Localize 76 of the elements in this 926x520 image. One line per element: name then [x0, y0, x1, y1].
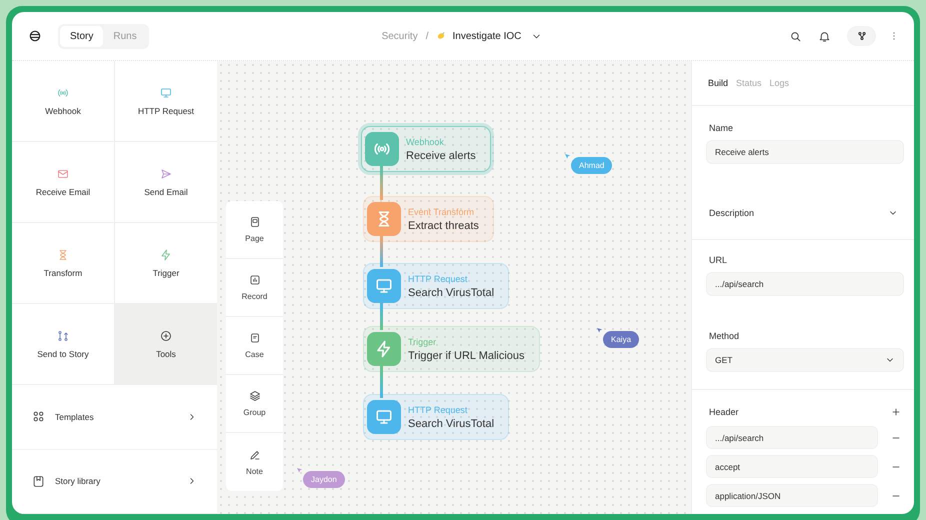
node-title: Trigger if URL Malicious: [408, 350, 525, 362]
url-field[interactable]: .../api/search: [706, 272, 904, 296]
breadcrumb-separator: /: [426, 30, 428, 42]
fork-icon: [856, 31, 866, 41]
action-tile[interactable]: Tools: [115, 304, 217, 385]
lightning-icon: [160, 248, 172, 260]
node-title: Receive alerts: [406, 150, 476, 162]
description-toggle[interactable]: Description: [706, 208, 904, 218]
field-label: URL: [708, 255, 728, 265]
logo-icon[interactable]: [28, 29, 42, 43]
workspace-button[interactable]: [847, 26, 876, 46]
cursor-label: Ahmad: [571, 157, 612, 174]
cursor-icon: [297, 468, 303, 474]
method-select[interactable]: GET: [706, 348, 904, 372]
header-field[interactable]: accept: [706, 455, 878, 478]
action-tile[interactable]: Webhook: [12, 61, 115, 142]
cursor-icon: [565, 154, 571, 160]
plus-circle-icon: [160, 330, 172, 342]
search-icon[interactable]: [789, 30, 802, 42]
broadcast-icon: [365, 132, 399, 166]
node-type: Trigger: [408, 336, 438, 346]
branch-icon: [57, 330, 69, 342]
broadcast-icon: [57, 86, 69, 98]
circles-grid-icon: [32, 410, 45, 424]
name-field[interactable]: Receive alerts: [706, 140, 904, 164]
hourglass-icon: [57, 248, 69, 260]
node-title: Search VirusTotal: [408, 418, 494, 430]
field-label: Header: [708, 407, 739, 417]
inspector-tab[interactable]: Build: [708, 78, 728, 88]
action-tile[interactable]: Transform: [12, 223, 115, 304]
envelope-icon: [57, 168, 69, 180]
view-tab[interactable]: Story: [60, 26, 104, 46]
bookmark-icon: [32, 474, 45, 488]
palette-tool[interactable]: Page: [226, 201, 283, 259]
monitor-icon: [367, 400, 401, 434]
node-type: Event Transform: [408, 206, 476, 216]
bar-chart-icon: [248, 274, 260, 286]
plus-icon: [890, 406, 902, 418]
layers-icon: [248, 390, 260, 402]
header-field[interactable]: .../api/search: [706, 426, 878, 449]
pencil-icon: [248, 448, 260, 460]
paper-plane-icon: [160, 168, 172, 180]
monitor-icon: [160, 86, 172, 98]
palette-tool[interactable]: Case: [226, 317, 283, 375]
connector-line: [380, 303, 383, 330]
palette-tool[interactable]: Note: [226, 433, 283, 491]
header-field[interactable]: application/JSON: [706, 484, 878, 507]
document-icon: [248, 332, 260, 344]
monitor-icon: [367, 269, 401, 303]
field-label: Method: [708, 331, 740, 341]
bell-icon[interactable]: [818, 30, 831, 42]
connector-line: [380, 166, 383, 200]
cursor-label: Jaydon: [303, 471, 345, 488]
cursor-icon: [597, 328, 603, 334]
palette-tool[interactable]: Record: [226, 259, 283, 317]
palette-tool[interactable]: Group: [226, 375, 283, 433]
action-tile[interactable]: Receive Email: [12, 142, 115, 223]
field-label: Name: [708, 123, 734, 133]
workflow-node[interactable]: Event Transform Extract threats: [363, 196, 494, 242]
workflow-node[interactable]: Trigger Trigger if URL Malicious: [363, 326, 540, 372]
workflow-node[interactable]: HTTP Request Search VirusTotal: [363, 394, 510, 440]
node-type: HTTP Request: [408, 404, 468, 414]
node-title: Extract threats: [408, 220, 479, 232]
workflow-node[interactable]: HTTP Request Search VirusTotal: [363, 263, 510, 309]
node-title: Search VirusTotal: [408, 286, 494, 298]
story-selector[interactable]: Investigate IOC: [436, 30, 542, 42]
page-icon: [248, 216, 260, 228]
connector-line: [380, 366, 383, 398]
hourglass-icon: [367, 202, 401, 236]
connector-line: [380, 236, 383, 267]
node-type: Webhook: [406, 136, 445, 146]
workflow-node[interactable]: Webhook Receive alerts: [361, 126, 491, 172]
lemon-icon: [436, 31, 446, 41]
node-type: HTTP Request: [408, 274, 468, 284]
cursor-label: Kaiya: [603, 331, 640, 348]
lightning-icon: [367, 332, 401, 366]
